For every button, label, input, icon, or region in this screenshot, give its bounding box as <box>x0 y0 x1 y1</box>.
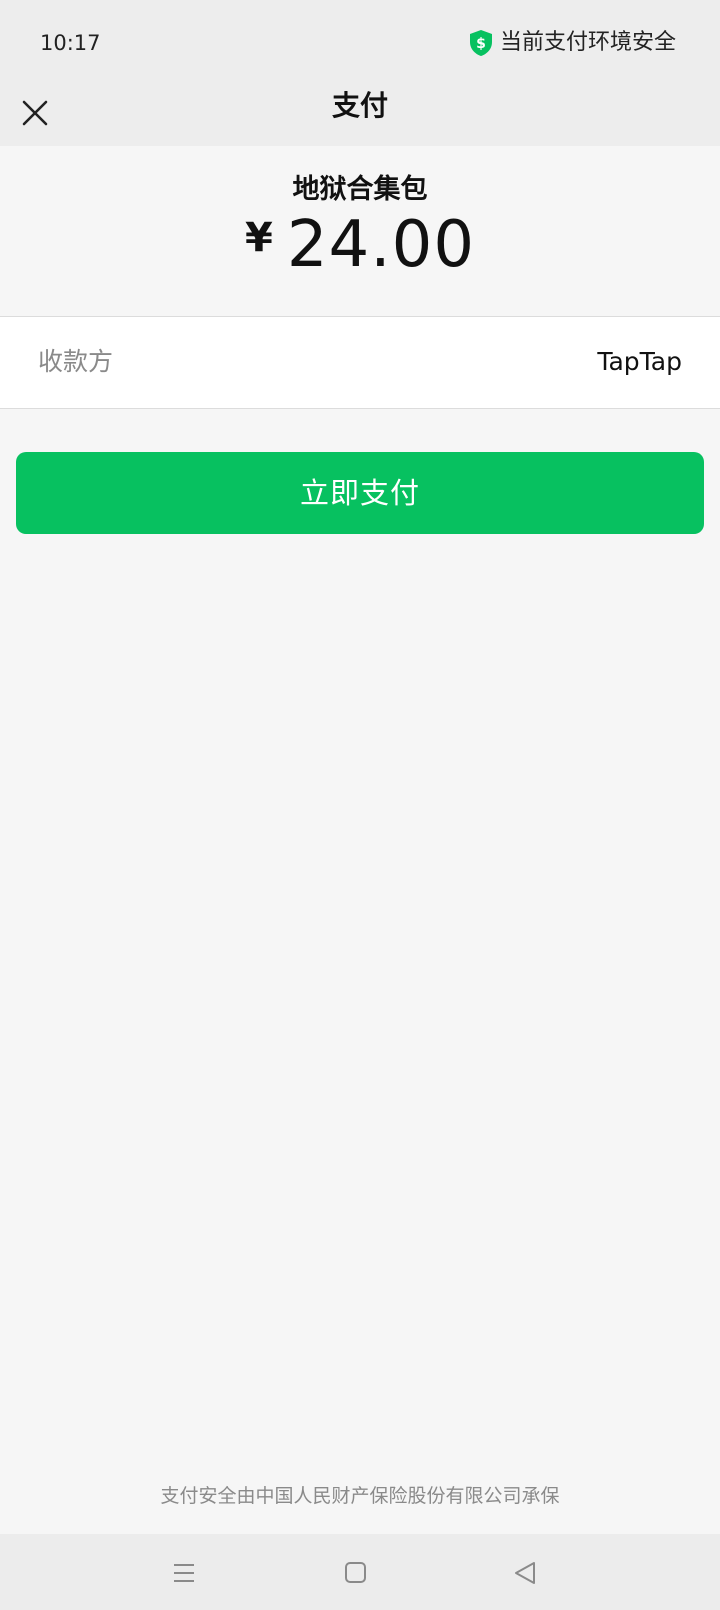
menu-icon <box>167 1556 201 1590</box>
payee-value: TapTap <box>597 347 682 376</box>
nav-bar: 支付 <box>0 86 720 146</box>
shield-dollar-icon: $ <box>468 29 500 57</box>
divider-bottom <box>0 408 720 409</box>
currency-symbol: ¥ <box>244 215 273 261</box>
svg-text:$: $ <box>476 36 486 52</box>
payment-amount: 24.00 <box>286 208 476 282</box>
payee-row: 收款方 TapTap <box>0 317 720 408</box>
order-summary: 地狱合集包 ¥24.00 <box>0 146 720 316</box>
status-bar: 10:17 $ 当前支付环境安全 <box>0 0 720 86</box>
secure-indicator: $ 当前支付环境安全 <box>468 28 676 58</box>
home-button[interactable] <box>338 1556 372 1590</box>
back-button[interactable] <box>508 1556 542 1590</box>
pay-now-button[interactable]: 立即支付 <box>16 452 704 534</box>
home-icon <box>338 1556 372 1590</box>
back-icon <box>508 1556 542 1590</box>
system-nav-bar <box>0 1534 720 1610</box>
product-name: 地狱合集包 <box>292 174 428 205</box>
payee-label: 收款方 <box>38 347 114 376</box>
page-title: 支付 <box>331 89 388 122</box>
secure-text: 当前支付环境安全 <box>499 30 676 55</box>
status-time: 10:17 <box>40 31 101 55</box>
amount-row: ¥24.00 <box>0 208 720 282</box>
menu-button[interactable] <box>167 1556 201 1590</box>
insurance-note: 支付安全由中国人民财产保险股份有限公司承保 <box>160 1485 560 1507</box>
